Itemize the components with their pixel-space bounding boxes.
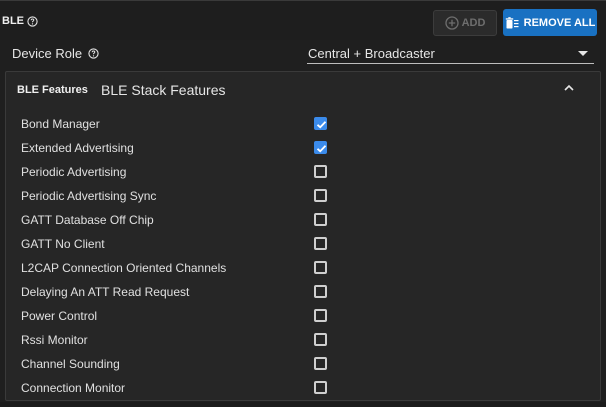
feature-label: Periodic Advertising [21, 165, 127, 179]
device-role-label: Device Role [12, 46, 99, 61]
module-title: BLE [2, 15, 38, 27]
header-bar: BLE ADD REMOVE ALL [0, 0, 606, 40]
device-role-value: Central + Broadcaster [308, 46, 435, 61]
list-item: Channel Sounding [6, 352, 600, 376]
feature-checkbox[interactable] [314, 357, 327, 370]
feature-list: Bond Manager Extended Advertising Periodic… [6, 112, 600, 400]
list-item: Delaying An ATT Read Request [6, 280, 600, 304]
list-item: Bond Manager [6, 112, 600, 136]
panel-tag: BLE Features [17, 84, 88, 96]
list-item: L2CAP Connection Oriented Channels [6, 256, 600, 280]
feature-label: Extended Advertising [21, 141, 134, 155]
device-role-row: Device Role Central + Broadcaster [0, 40, 606, 68]
feature-checkbox[interactable] [314, 141, 327, 154]
help-circle-icon[interactable] [88, 48, 99, 59]
list-item: Rssi Monitor [6, 328, 600, 352]
feature-checkbox[interactable] [314, 237, 327, 250]
check-icon [316, 121, 327, 129]
help-circle-icon[interactable] [27, 15, 38, 27]
remove-all-button[interactable]: REMOVE ALL [503, 9, 597, 36]
list-item: Periodic Advertising [6, 160, 600, 184]
remove-all-button-label: REMOVE ALL [523, 16, 596, 29]
feature-label: GATT No Client [21, 237, 105, 251]
feature-label: Connection Monitor [21, 381, 126, 395]
list-item: GATT Database Off Chip [6, 208, 600, 232]
panel-header[interactable]: BLE Features BLE Stack Features [6, 72, 600, 108]
list-item: GATT No Client [6, 232, 600, 256]
feature-checkbox[interactable] [314, 333, 327, 346]
bottom-strip [0, 402, 606, 407]
ble-features-panel: BLE Features BLE Stack Features Bond Man… [5, 71, 601, 401]
list-item: Extended Advertising [6, 136, 600, 160]
feature-checkbox[interactable] [314, 165, 327, 178]
feature-checkbox[interactable] [314, 213, 327, 226]
feature-label: Bond Manager [21, 117, 100, 131]
list-item: Power Control [6, 304, 600, 328]
feature-label: Delaying An ATT Read Request [21, 285, 190, 299]
feature-checkbox[interactable] [314, 189, 327, 202]
add-button-label: ADD [461, 17, 486, 29]
feature-checkbox[interactable] [314, 285, 327, 298]
feature-label: L2CAP Connection Oriented Channels [21, 261, 227, 275]
trash-list-icon [505, 16, 519, 28]
device-role-label-text: Device Role [12, 46, 83, 61]
feature-checkbox[interactable] [314, 309, 327, 322]
add-button[interactable]: ADD [433, 10, 497, 36]
feature-label: Power Control [21, 309, 98, 323]
list-item: Periodic Advertising Sync [6, 184, 600, 208]
feature-label: Channel Sounding [21, 357, 120, 371]
ble-config-view: BLE ADD REMOVE ALL Device Role Central +… [0, 0, 606, 407]
chevron-up-icon[interactable] [563, 83, 575, 93]
feature-label: Rssi Monitor [21, 333, 88, 347]
check-icon [316, 145, 327, 153]
panel-title: BLE Stack Features [101, 82, 226, 98]
list-item: Connection Monitor [6, 376, 600, 400]
device-role-select[interactable]: Central + Broadcaster [307, 44, 594, 64]
feature-checkbox[interactable] [314, 261, 327, 274]
plus-circle-icon [444, 16, 459, 30]
caret-down-icon [578, 51, 588, 56]
feature-label: GATT Database Off Chip [21, 213, 154, 227]
feature-checkbox[interactable] [314, 117, 327, 130]
feature-checkbox[interactable] [314, 381, 327, 394]
module-title-text: BLE [2, 15, 24, 27]
feature-label: Periodic Advertising Sync [21, 189, 157, 203]
